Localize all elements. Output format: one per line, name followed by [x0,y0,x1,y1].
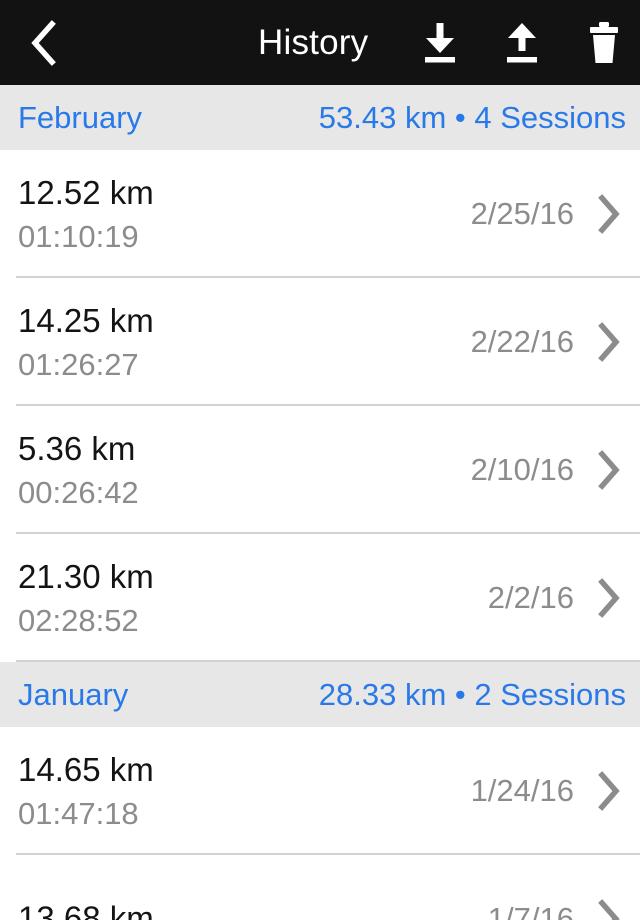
session-duration: 00:26:42 [18,474,139,510]
section-header-february: February 53.43 km • 4 Sessions [0,85,640,150]
download-icon [420,21,460,65]
session-row[interactable]: 14.25 km 01:26:27 2/22/16 [0,278,640,406]
session-row[interactable]: 13.68 km 1/7/16 [0,855,640,920]
trash-icon [586,20,622,66]
delete-button[interactable] [582,19,626,67]
upload-icon [502,21,542,65]
session-duration: 01:47:18 [18,795,139,831]
page-title: History [258,22,369,62]
session-duration: 01:10:19 [18,218,139,254]
chevron-right-icon [596,771,622,811]
session-metrics: 13.68 km [18,897,154,920]
session-date: 2/22/16 [470,324,574,359]
back-button[interactable] [0,0,86,85]
chevron-right-icon [596,450,622,490]
session-distance: 14.25 km [18,301,154,339]
section-summary-label: 53.43 km • 4 Sessions [318,99,626,135]
session-duration: 02:28:52 [18,602,139,638]
section-month-label: January [18,676,129,712]
session-date-group: 2/25/16 [471,194,622,234]
session-date: 1/24/16 [470,773,574,808]
session-metrics: 12.52 km 01:10:19 [18,171,154,257]
session-date-group: 1/24/16 [471,771,622,811]
session-row[interactable]: 21.30 km 02:28:52 2/2/16 [0,534,640,662]
session-metrics: 21.30 km 02:28:52 [18,555,154,641]
session-date: 2/25/16 [470,196,574,231]
export-button[interactable] [500,19,544,67]
session-row[interactable]: 14.65 km 01:47:18 1/24/16 [0,727,640,855]
session-date-group: 2/2/16 [488,578,622,618]
section-header-january: January 28.33 km • 2 Sessions [0,662,640,727]
top-navigation-bar: History [0,0,640,85]
session-row[interactable]: 5.36 km 00:26:42 2/10/16 [0,406,640,534]
session-metrics: 14.65 km 01:47:18 [18,748,154,834]
session-date-group: 2/22/16 [471,322,622,362]
session-date-group: 2/10/16 [471,450,622,490]
navbar-actions [418,0,626,85]
chevron-right-icon [596,578,622,618]
session-date: 1/7/16 [487,901,574,920]
session-metrics: 14.25 km 01:26:27 [18,299,154,385]
import-button[interactable] [418,19,462,67]
session-distance: 13.68 km [18,899,154,920]
session-date-group: 1/7/16 [488,899,622,920]
history-list[interactable]: February 53.43 km • 4 Sessions 12.52 km 01:… [0,85,640,920]
session-date: 2/2/16 [487,580,574,615]
chevron-right-icon [596,322,622,362]
session-metrics: 5.36 km 00:26:42 [18,427,139,513]
section-month-label: February [18,99,143,135]
session-row[interactable]: 12.52 km 01:10:19 2/25/16 [0,150,640,278]
chevron-left-icon [28,19,58,67]
session-distance: 21.30 km [18,557,154,595]
session-date: 2/10/16 [470,452,574,487]
session-duration: 01:26:27 [18,346,139,382]
history-screen: History February 53.43 km • 4 Sessions 1… [0,0,640,920]
session-distance: 12.52 km [18,173,154,211]
session-distance: 14.65 km [18,750,154,788]
session-distance: 5.36 km [18,429,136,467]
chevron-right-icon [596,899,622,920]
section-summary-label: 28.33 km • 2 Sessions [318,676,626,712]
chevron-right-icon [596,194,622,234]
